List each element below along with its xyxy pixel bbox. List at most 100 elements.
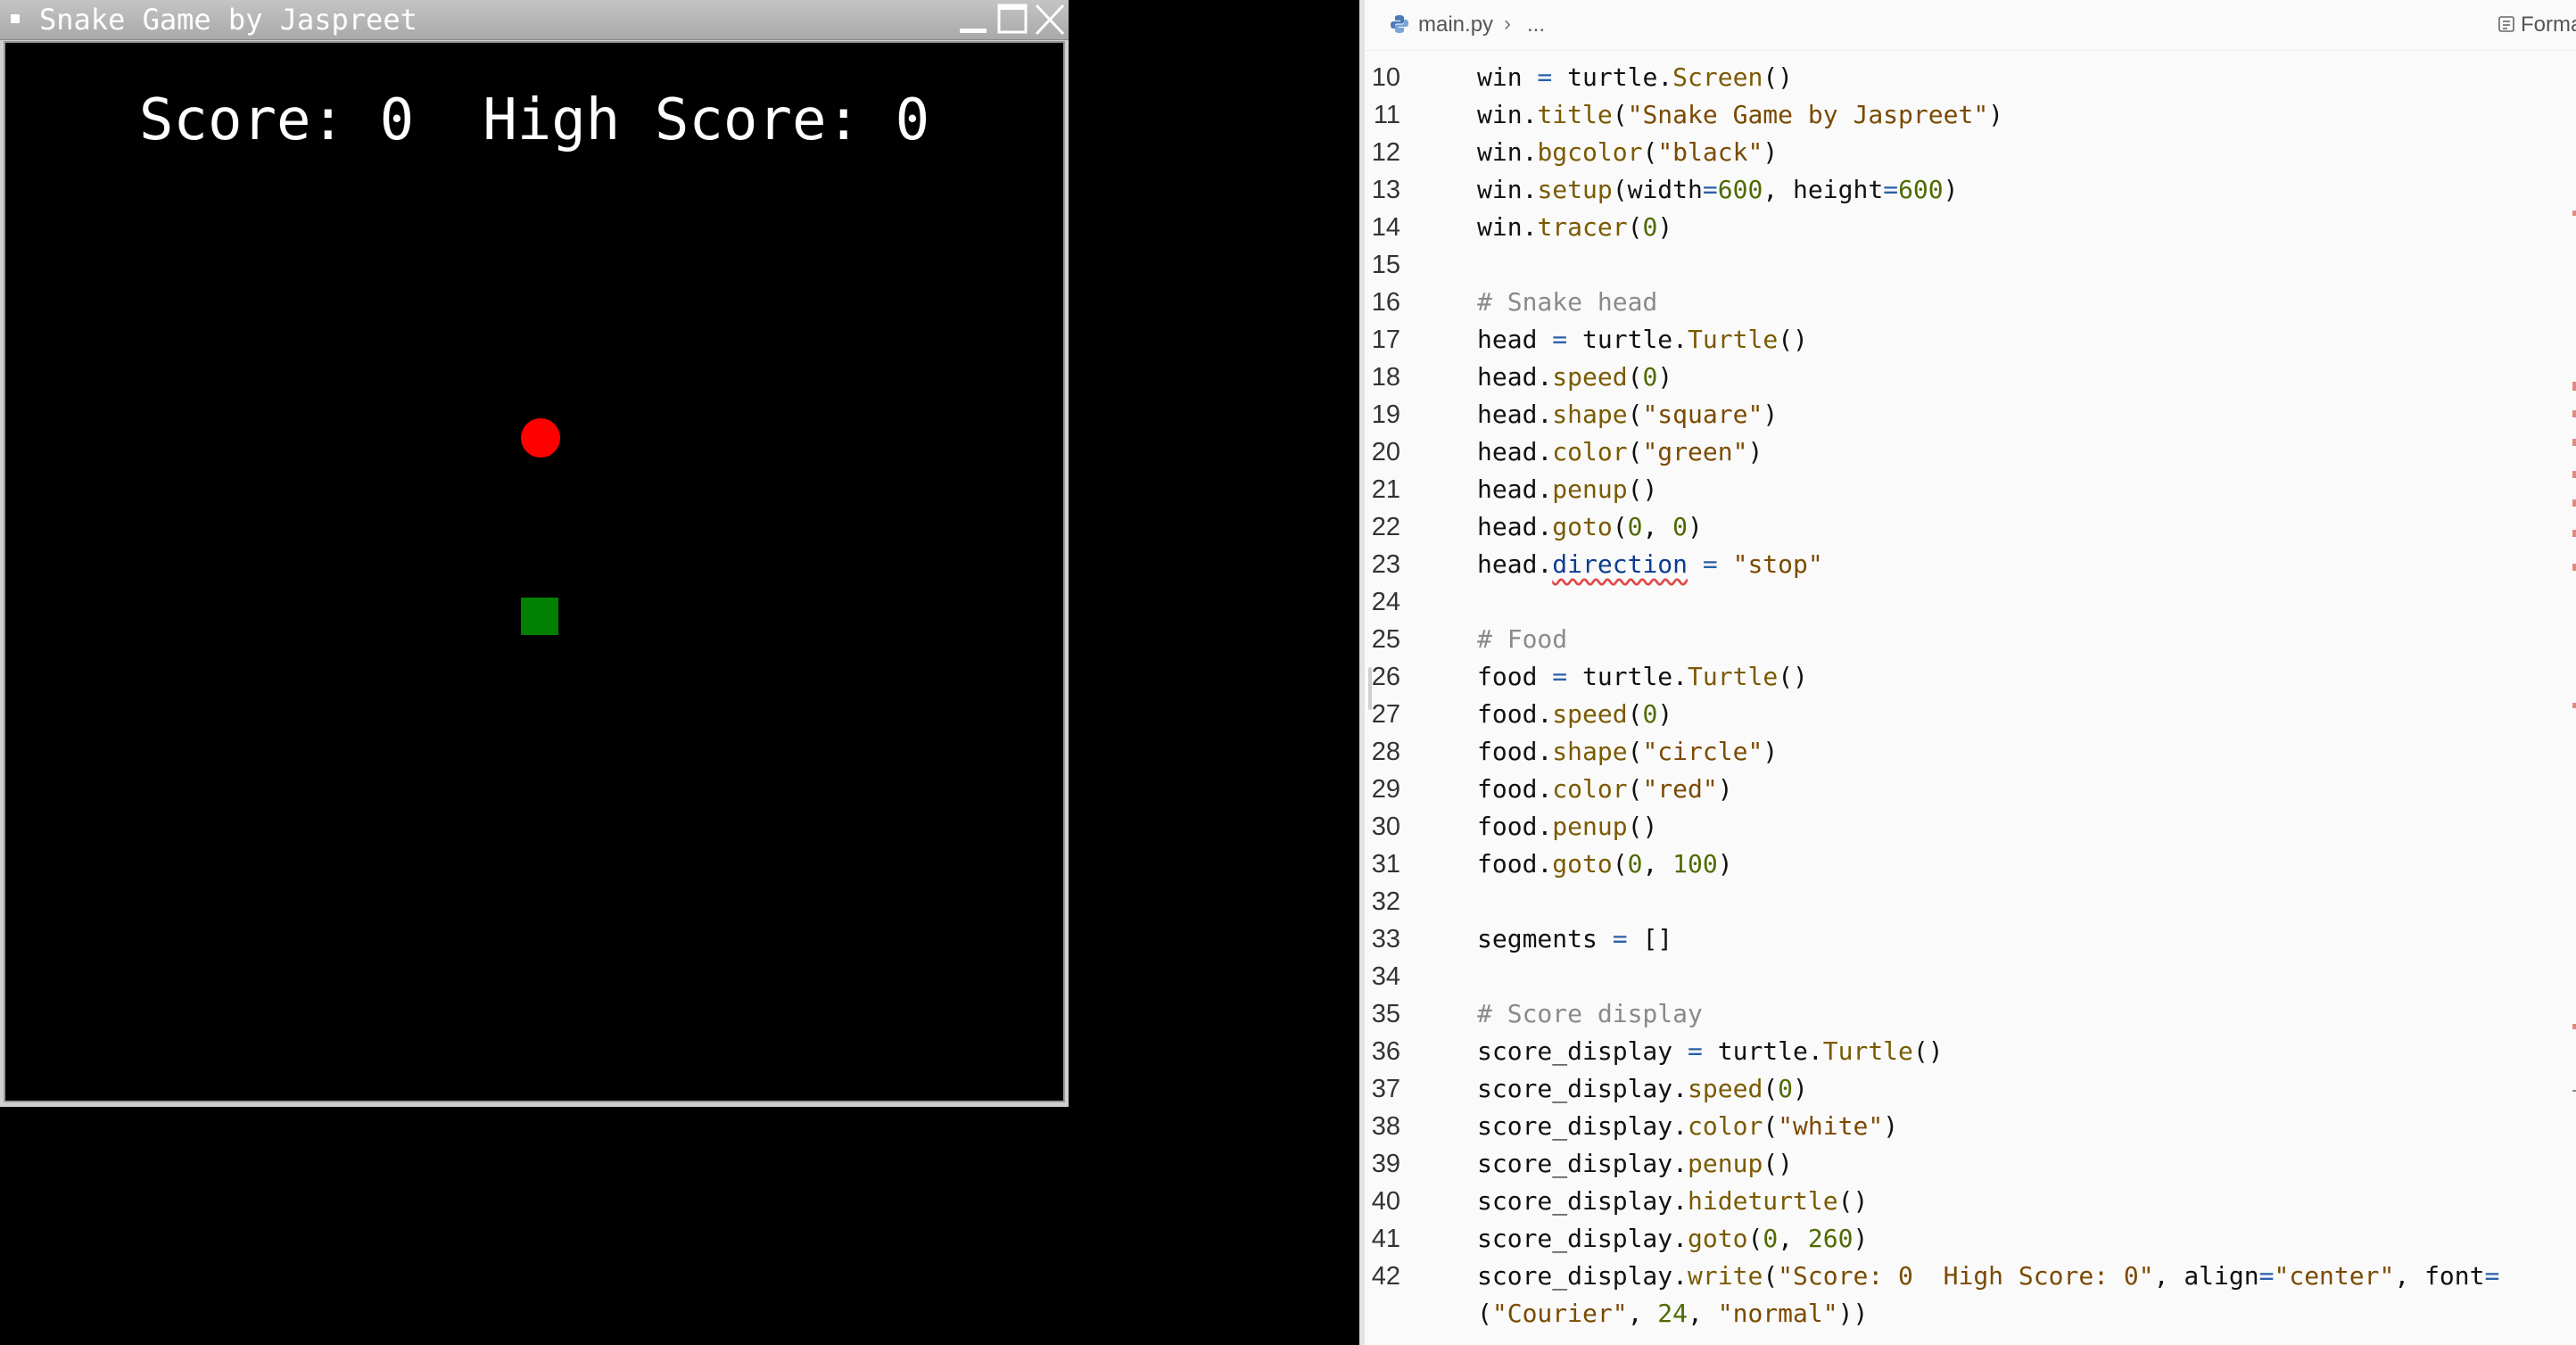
code-token: "circle" — [1642, 737, 1763, 766]
code-text: segments = [] — [1477, 920, 1672, 958]
code-editor[interactable]: main.py › ... Forma 10win = turtle.Scree… — [1359, 0, 2576, 1345]
code-token: . — [1657, 62, 1673, 92]
overview-marker — [2572, 439, 2576, 446]
code-token: ) — [1988, 100, 2004, 129]
code-token: ) — [1657, 362, 1673, 392]
code-token: win — [1477, 137, 1523, 167]
code-token: Turtle — [1688, 325, 1779, 354]
code-token: head — [1477, 437, 1538, 466]
code-token: . — [1537, 474, 1553, 504]
score-display: Score: 0 High Score: 0 — [138, 87, 930, 153]
line-number: 29 — [1371, 775, 1400, 804]
code-token: "green" — [1642, 437, 1748, 466]
code-token: . — [1672, 662, 1688, 691]
code-token: "black" — [1657, 137, 1763, 167]
code-text: win.tracer(0) — [1477, 209, 1672, 246]
window-titlebar[interactable]: Snake Game by Jaspreet — [0, 0, 1069, 40]
code-token: = — [1883, 175, 1899, 204]
code-token: ( — [1627, 400, 1643, 429]
line-number: 17 — [1371, 326, 1400, 354]
code-token: 0 — [1778, 1074, 1794, 1103]
minimize-icon[interactable] — [956, 2, 992, 37]
overview-marker — [2572, 471, 2576, 478]
breadcrumb-file[interactable]: main.py — [1418, 12, 1493, 38]
line-number: 31 — [1371, 850, 1400, 879]
code-token: Turtle — [1688, 662, 1779, 691]
code-token: . — [1522, 175, 1538, 204]
code-token: ( — [1627, 774, 1643, 804]
turtle-window: Snake Game by Jaspreet Score: 0 High Sco… — [0, 0, 1069, 1107]
line-number: 19 — [1371, 400, 1400, 429]
code-token: Screen — [1672, 62, 1763, 92]
line-number: 18 — [1371, 363, 1400, 392]
code-token: ) — [1688, 512, 1703, 541]
game-canvas[interactable]: Score: 0 High Score: 0 — [4, 41, 1065, 1102]
maximize-icon[interactable] — [995, 2, 1031, 37]
code-text: score_display.speed(0) — [1477, 1070, 1808, 1108]
code-text: food.color("red") — [1477, 771, 1733, 808]
code-token: penup — [1688, 1149, 1763, 1178]
code-token: ) — [1883, 1111, 1899, 1141]
line-number: 14 — [1371, 213, 1400, 242]
code-token: ) — [1763, 737, 1779, 766]
food-circle — [521, 418, 560, 458]
code-text: # Score display — [1477, 995, 1703, 1033]
code-token: title — [1537, 100, 1613, 129]
code-token: = — [1537, 662, 1583, 691]
code-token: color — [1552, 774, 1628, 804]
code-token: . — [1537, 549, 1553, 579]
code-token: . — [1537, 699, 1553, 729]
code-text: head.shape("square") — [1477, 396, 1778, 433]
overview-marker — [2572, 1024, 2576, 1029]
code-token: . — [1672, 1111, 1688, 1141]
code-token: 100 — [1672, 849, 1718, 879]
code-token: height — [1793, 175, 1884, 204]
code-token: food — [1477, 737, 1538, 766]
code-token: . — [1672, 325, 1688, 354]
window-menu-icon[interactable] — [11, 14, 20, 23]
overview-marker — [2572, 410, 2576, 417]
close-icon[interactable] — [1033, 2, 1069, 37]
line-number: 20 — [1371, 438, 1400, 466]
code-token: () — [1778, 325, 1808, 354]
code-token: ) — [1763, 400, 1779, 429]
code-token: turtle — [1567, 62, 1658, 92]
code-token: win — [1477, 100, 1523, 129]
code-token: . — [1522, 100, 1538, 129]
code-token: width — [1627, 175, 1703, 204]
code-token: setup — [1537, 175, 1613, 204]
code-token: 0 — [1642, 362, 1658, 392]
line-number: 34 — [1371, 962, 1400, 991]
code-token: speed — [1552, 362, 1628, 392]
code-token: head — [1477, 474, 1538, 504]
code-token: ) — [1763, 137, 1779, 167]
breadcrumb-more[interactable]: ... — [1527, 12, 1545, 38]
code-token: penup — [1552, 474, 1628, 504]
code-token: goto — [1552, 849, 1613, 879]
format-icon[interactable] — [2498, 14, 2515, 32]
code-token: speed — [1552, 699, 1628, 729]
code-token: score_display — [1477, 1186, 1673, 1216]
code-token: Turtle — [1822, 1036, 1913, 1066]
code-text: score_display.hideturtle() — [1477, 1183, 1868, 1220]
code-token: ( — [1642, 137, 1658, 167]
code-text: win.setup(width=600, height=600) — [1477, 171, 1959, 209]
code-token: ) — [1717, 849, 1733, 879]
code-token: score_display — [1477, 1036, 1673, 1066]
code-token: align — [2184, 1261, 2259, 1291]
code-token: hideturtle — [1688, 1186, 1838, 1216]
code-token: . — [1537, 849, 1553, 879]
code-token: 0 — [1627, 849, 1643, 879]
code-token: . — [1537, 400, 1553, 429]
python-file-icon — [1390, 14, 1409, 34]
code-token: . — [1537, 362, 1553, 392]
format-button[interactable]: Forma — [2521, 12, 2576, 38]
line-number: 37 — [1371, 1075, 1400, 1103]
code-token: ( — [1763, 1261, 1779, 1291]
code-token: ( — [1612, 512, 1628, 541]
code-token: 0 — [1672, 512, 1688, 541]
code-token: ) — [1943, 175, 1959, 204]
code-token: = — [2258, 1261, 2275, 1291]
code-token: "square" — [1642, 400, 1763, 429]
code-token: () — [1763, 62, 1794, 92]
